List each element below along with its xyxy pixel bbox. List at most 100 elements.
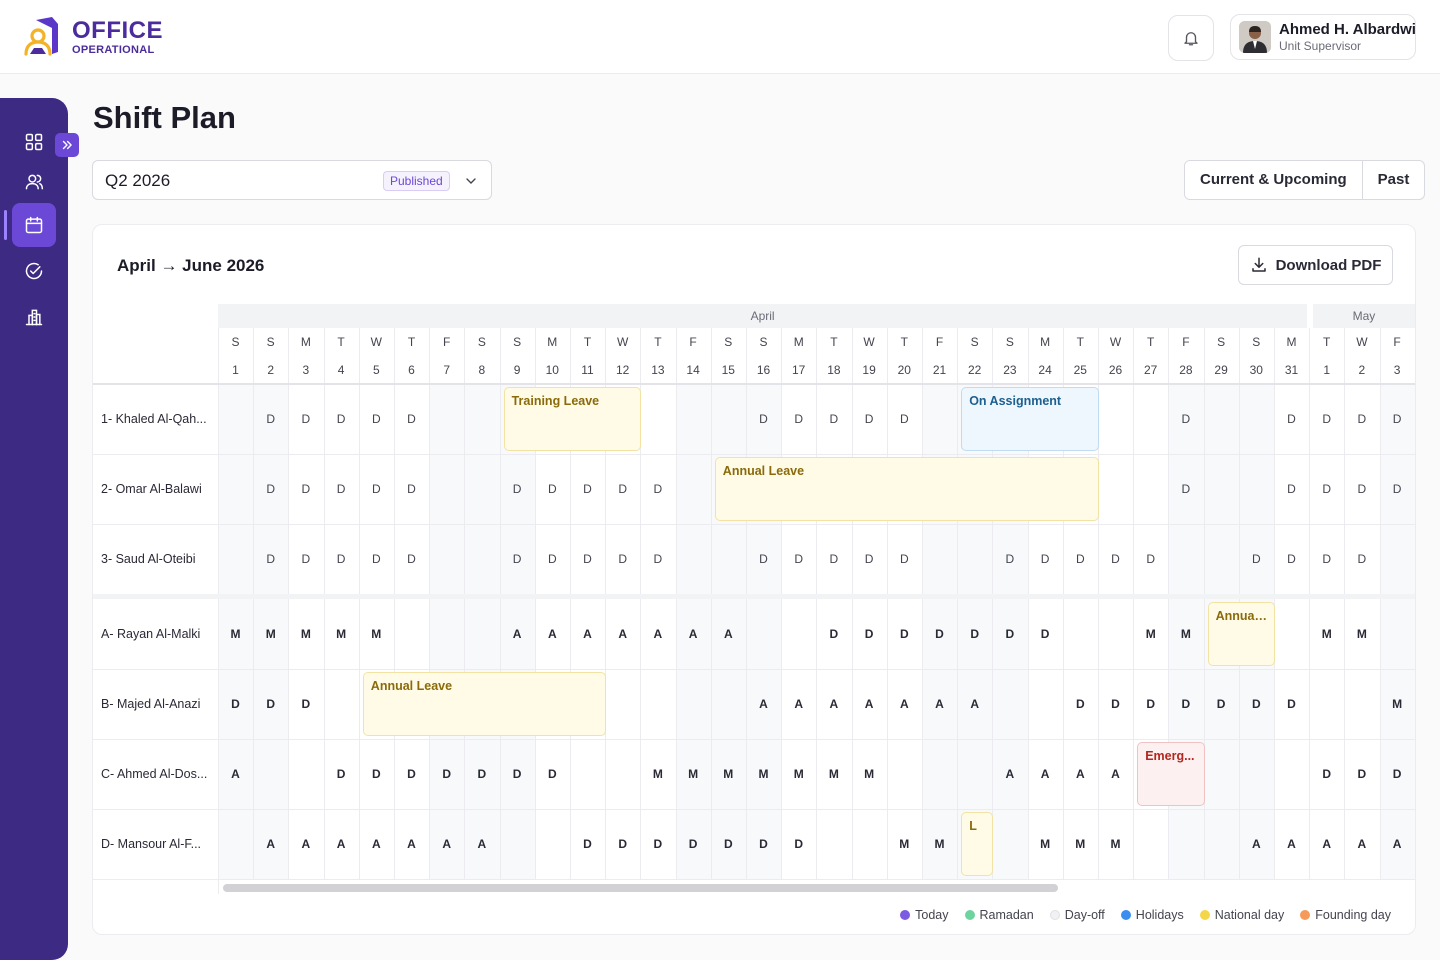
shift-cell[interactable]: A bbox=[218, 767, 253, 781]
download-pdf-button[interactable]: Download PDF bbox=[1238, 245, 1393, 285]
shift-cell[interactable]: D bbox=[359, 482, 394, 496]
shift-cell[interactable]: D bbox=[394, 552, 429, 566]
shift-cell[interactable]: D bbox=[394, 482, 429, 496]
shift-cell[interactable]: D bbox=[1309, 482, 1344, 496]
shift-cell[interactable]: D bbox=[500, 482, 535, 496]
shift-cell[interactable]: D bbox=[464, 767, 499, 781]
shift-cell[interactable]: M bbox=[218, 627, 253, 641]
shift-cell[interactable]: D bbox=[1380, 482, 1415, 496]
shift-cell[interactable]: M bbox=[922, 837, 957, 851]
shift-cell[interactable]: M bbox=[640, 767, 675, 781]
shift-cell[interactable]: M bbox=[887, 837, 922, 851]
shift-cell[interactable]: D bbox=[746, 837, 781, 851]
shift-cell[interactable]: D bbox=[887, 627, 922, 641]
shift-cell[interactable]: D bbox=[1309, 412, 1344, 426]
employee-name[interactable]: 2- Omar Al-Balawi bbox=[101, 482, 216, 496]
shift-cell[interactable]: D bbox=[1133, 697, 1168, 711]
shift-cell[interactable]: D bbox=[1028, 552, 1063, 566]
shift-cell[interactable]: D bbox=[500, 552, 535, 566]
shift-cell[interactable]: A bbox=[570, 627, 605, 641]
shift-cell[interactable]: D bbox=[570, 837, 605, 851]
shift-cell[interactable]: D bbox=[570, 552, 605, 566]
user-profile-button[interactable]: Ahmed H. Albardwi Unit Supervisor bbox=[1230, 14, 1416, 60]
shift-cell[interactable]: A bbox=[324, 837, 359, 851]
shift-cell[interactable]: A bbox=[253, 837, 288, 851]
shift-cell[interactable]: D bbox=[1168, 412, 1203, 426]
leave-block[interactable]: Annual Leave bbox=[714, 457, 1099, 521]
shift-cell[interactable]: A bbox=[500, 627, 535, 641]
shift-cell[interactable]: M bbox=[1344, 627, 1379, 641]
shift-cell[interactable]: D bbox=[1098, 552, 1133, 566]
shift-cell[interactable]: D bbox=[324, 482, 359, 496]
shift-cell[interactable]: D bbox=[816, 627, 851, 641]
shift-cell[interactable]: M bbox=[711, 767, 746, 781]
employee-name[interactable]: B- Majed Al-Anazi bbox=[101, 697, 216, 711]
shift-cell[interactable]: D bbox=[852, 552, 887, 566]
shift-cell[interactable]: D bbox=[746, 552, 781, 566]
sidebar-item-users[interactable] bbox=[12, 160, 56, 204]
shift-cell[interactable]: D bbox=[1063, 697, 1098, 711]
shift-cell[interactable]: A bbox=[1274, 837, 1309, 851]
shift-cell[interactable]: D bbox=[535, 482, 570, 496]
shift-cell[interactable]: D bbox=[1344, 767, 1379, 781]
shift-cell[interactable]: D bbox=[535, 552, 570, 566]
shift-cell[interactable]: D bbox=[746, 412, 781, 426]
shift-cell[interactable]: M bbox=[1098, 837, 1133, 851]
employee-name[interactable]: 1- Khaled Al-Qah... bbox=[101, 412, 216, 426]
quarter-select[interactable]: Q2 2026 Published bbox=[92, 160, 492, 200]
shift-cell[interactable]: A bbox=[605, 627, 640, 641]
leave-block[interactable]: Emerg... bbox=[1137, 742, 1205, 806]
shift-cell[interactable]: A bbox=[288, 837, 323, 851]
shift-cell[interactable]: A bbox=[1063, 767, 1098, 781]
shift-cell[interactable]: D bbox=[781, 837, 816, 851]
shift-cell[interactable]: D bbox=[288, 552, 323, 566]
shift-cell[interactable]: D bbox=[1168, 482, 1203, 496]
shift-cell[interactable]: D bbox=[1274, 412, 1309, 426]
shift-cell[interactable]: D bbox=[1344, 552, 1379, 566]
shift-cell[interactable]: D bbox=[1204, 697, 1239, 711]
leave-block[interactable]: Annual... bbox=[1207, 602, 1275, 666]
shift-cell[interactable]: D bbox=[253, 412, 288, 426]
shift-cell[interactable]: D bbox=[288, 412, 323, 426]
shift-cell[interactable]: M bbox=[781, 767, 816, 781]
shift-cell[interactable]: A bbox=[887, 697, 922, 711]
leave-block[interactable]: On Assignment bbox=[961, 387, 1099, 451]
shift-cell[interactable]: M bbox=[746, 767, 781, 781]
leave-block[interactable]: Training Leave bbox=[503, 387, 642, 451]
shift-cell[interactable]: D bbox=[640, 482, 675, 496]
shift-cell[interactable]: D bbox=[1274, 552, 1309, 566]
employee-name[interactable]: 3- Saud Al-Oteibi bbox=[101, 552, 216, 566]
shift-cell[interactable]: D bbox=[957, 627, 992, 641]
shift-cell[interactable]: A bbox=[1239, 837, 1274, 851]
shift-cell[interactable]: A bbox=[922, 697, 957, 711]
shift-cell[interactable]: A bbox=[711, 627, 746, 641]
notifications-button[interactable] bbox=[1168, 15, 1214, 61]
shift-cell[interactable]: A bbox=[1028, 767, 1063, 781]
shift-cell[interactable]: D bbox=[676, 837, 711, 851]
shift-cell[interactable]: D bbox=[887, 552, 922, 566]
shift-cell[interactable]: D bbox=[359, 412, 394, 426]
sidebar-item-organization[interactable] bbox=[12, 295, 56, 339]
shift-cell[interactable]: A bbox=[394, 837, 429, 851]
shift-cell[interactable]: M bbox=[676, 767, 711, 781]
shift-cell[interactable]: D bbox=[324, 552, 359, 566]
shift-cell[interactable]: D bbox=[922, 627, 957, 641]
shift-cell[interactable]: D bbox=[1239, 697, 1274, 711]
shift-cell[interactable]: A bbox=[464, 837, 499, 851]
shift-cell[interactable]: D bbox=[1274, 482, 1309, 496]
shift-cell[interactable]: M bbox=[852, 767, 887, 781]
shift-cell[interactable]: A bbox=[781, 697, 816, 711]
shift-cell[interactable]: M bbox=[816, 767, 851, 781]
horizontal-scrollbar[interactable] bbox=[223, 884, 1058, 892]
shift-cell[interactable]: D bbox=[1063, 552, 1098, 566]
shift-cell[interactable]: D bbox=[359, 552, 394, 566]
shift-cell[interactable]: D bbox=[288, 697, 323, 711]
shift-cell[interactable]: D bbox=[570, 482, 605, 496]
tab-past[interactable]: Past bbox=[1363, 161, 1425, 199]
shift-cell[interactable]: D bbox=[218, 697, 253, 711]
shift-cell[interactable]: D bbox=[324, 767, 359, 781]
shift-cell[interactable]: M bbox=[253, 627, 288, 641]
shift-cell[interactable]: D bbox=[394, 767, 429, 781]
sidebar-item-dashboard[interactable] bbox=[12, 120, 56, 164]
shift-cell[interactable]: M bbox=[1133, 627, 1168, 641]
